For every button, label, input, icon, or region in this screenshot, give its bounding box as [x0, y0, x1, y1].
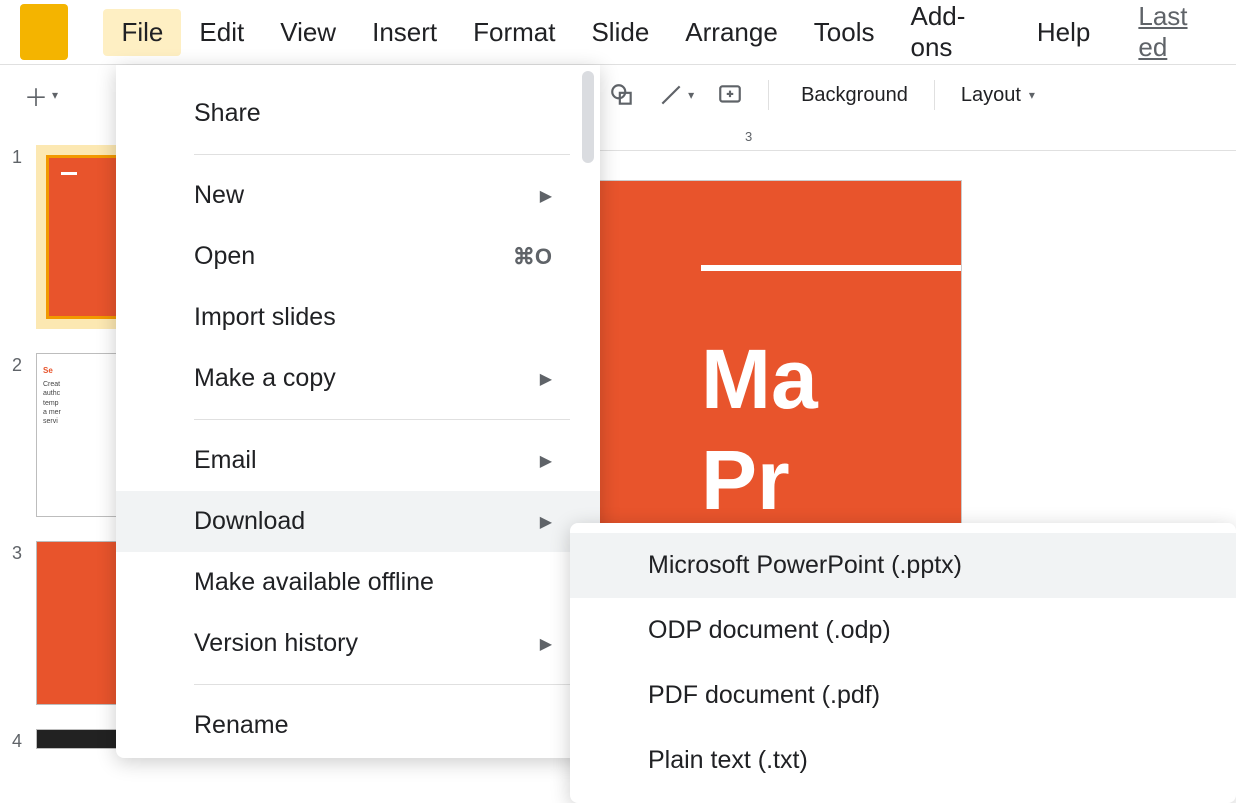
- new-slide-button[interactable]: ＋ ▾: [18, 75, 64, 115]
- menu-edit[interactable]: Edit: [181, 9, 262, 56]
- dropdown-caret-icon: ▾: [1029, 88, 1035, 102]
- slide-decorative-line: [701, 265, 961, 271]
- shape-icon: [609, 82, 635, 108]
- dropdown-caret-icon: ▾: [688, 88, 694, 102]
- file-make-a-copy[interactable]: Make a copy ▶: [116, 348, 600, 409]
- download-pptx[interactable]: Microsoft PowerPoint (.pptx): [570, 533, 1236, 598]
- insert-line-button[interactable]: ▾: [652, 75, 700, 115]
- slides-logo[interactable]: [20, 4, 67, 60]
- menu-format[interactable]: Format: [455, 9, 573, 56]
- dropdown-scrollbar[interactable]: [582, 71, 594, 163]
- plus-icon: ＋: [24, 78, 48, 113]
- slide-number: 2: [10, 353, 22, 376]
- menu-help[interactable]: Help: [1019, 9, 1108, 56]
- submenu-arrow-icon: ▶: [540, 186, 552, 206]
- menu-insert[interactable]: Insert: [354, 9, 455, 56]
- menu-add-ons[interactable]: Add-ons: [893, 0, 1019, 71]
- file-menu-dropdown: Share New ▶ Open ⌘O Import slides Make a…: [116, 65, 600, 758]
- last-edit-link[interactable]: Last ed: [1108, 0, 1236, 71]
- download-odp[interactable]: ODP document (.odp): [570, 598, 1236, 663]
- menu-separator: [194, 684, 570, 685]
- menu-bar: File Edit View Insert Format Slide Arran…: [103, 0, 1236, 71]
- submenu-arrow-icon: ▶: [540, 369, 552, 389]
- layout-button[interactable]: Layout ▾: [947, 75, 1049, 115]
- slide-number: 3: [10, 541, 22, 564]
- slide-number: 4: [10, 729, 22, 752]
- menu-file[interactable]: File: [103, 9, 181, 56]
- file-new[interactable]: New ▶: [116, 165, 600, 226]
- layout-label: Layout: [961, 84, 1021, 107]
- file-rename[interactable]: Rename: [116, 695, 600, 740]
- download-txt[interactable]: Plain text (.txt): [570, 728, 1236, 793]
- line-icon: [658, 82, 684, 108]
- download-pdf[interactable]: PDF document (.pdf): [570, 663, 1236, 728]
- menu-bar-row: File Edit View Insert Format Slide Arran…: [0, 0, 1236, 65]
- keyboard-shortcut: ⌘O: [513, 244, 552, 270]
- download-submenu: Microsoft PowerPoint (.pptx) ODP documen…: [570, 523, 1236, 803]
- submenu-arrow-icon: ▶: [540, 451, 552, 471]
- slide-number: 1: [10, 145, 22, 168]
- file-import-slides[interactable]: Import slides: [116, 287, 600, 348]
- menu-tools[interactable]: Tools: [796, 9, 893, 56]
- menu-separator: [194, 154, 570, 155]
- file-make-available-offline[interactable]: Make available offline: [116, 552, 600, 613]
- slide-title-text[interactable]: Ma Pr: [701, 329, 818, 531]
- file-email[interactable]: Email ▶: [116, 430, 600, 491]
- dropdown-caret-icon: ▾: [52, 88, 58, 102]
- file-download[interactable]: Download ▶: [116, 491, 600, 552]
- menu-separator: [194, 419, 570, 420]
- file-version-history[interactable]: Version history ▶: [116, 613, 600, 674]
- insert-shape-button[interactable]: [602, 75, 642, 115]
- submenu-arrow-icon: ▶: [540, 512, 552, 532]
- comment-plus-icon: [717, 82, 743, 108]
- submenu-arrow-icon: ▶: [540, 634, 552, 654]
- file-open[interactable]: Open ⌘O: [116, 226, 600, 287]
- file-share[interactable]: Share: [116, 83, 600, 144]
- menu-slide[interactable]: Slide: [573, 9, 667, 56]
- insert-comment-button[interactable]: [710, 75, 750, 115]
- background-button[interactable]: Background: [787, 75, 922, 115]
- menu-view[interactable]: View: [262, 9, 354, 56]
- menu-arrange[interactable]: Arrange: [667, 9, 796, 56]
